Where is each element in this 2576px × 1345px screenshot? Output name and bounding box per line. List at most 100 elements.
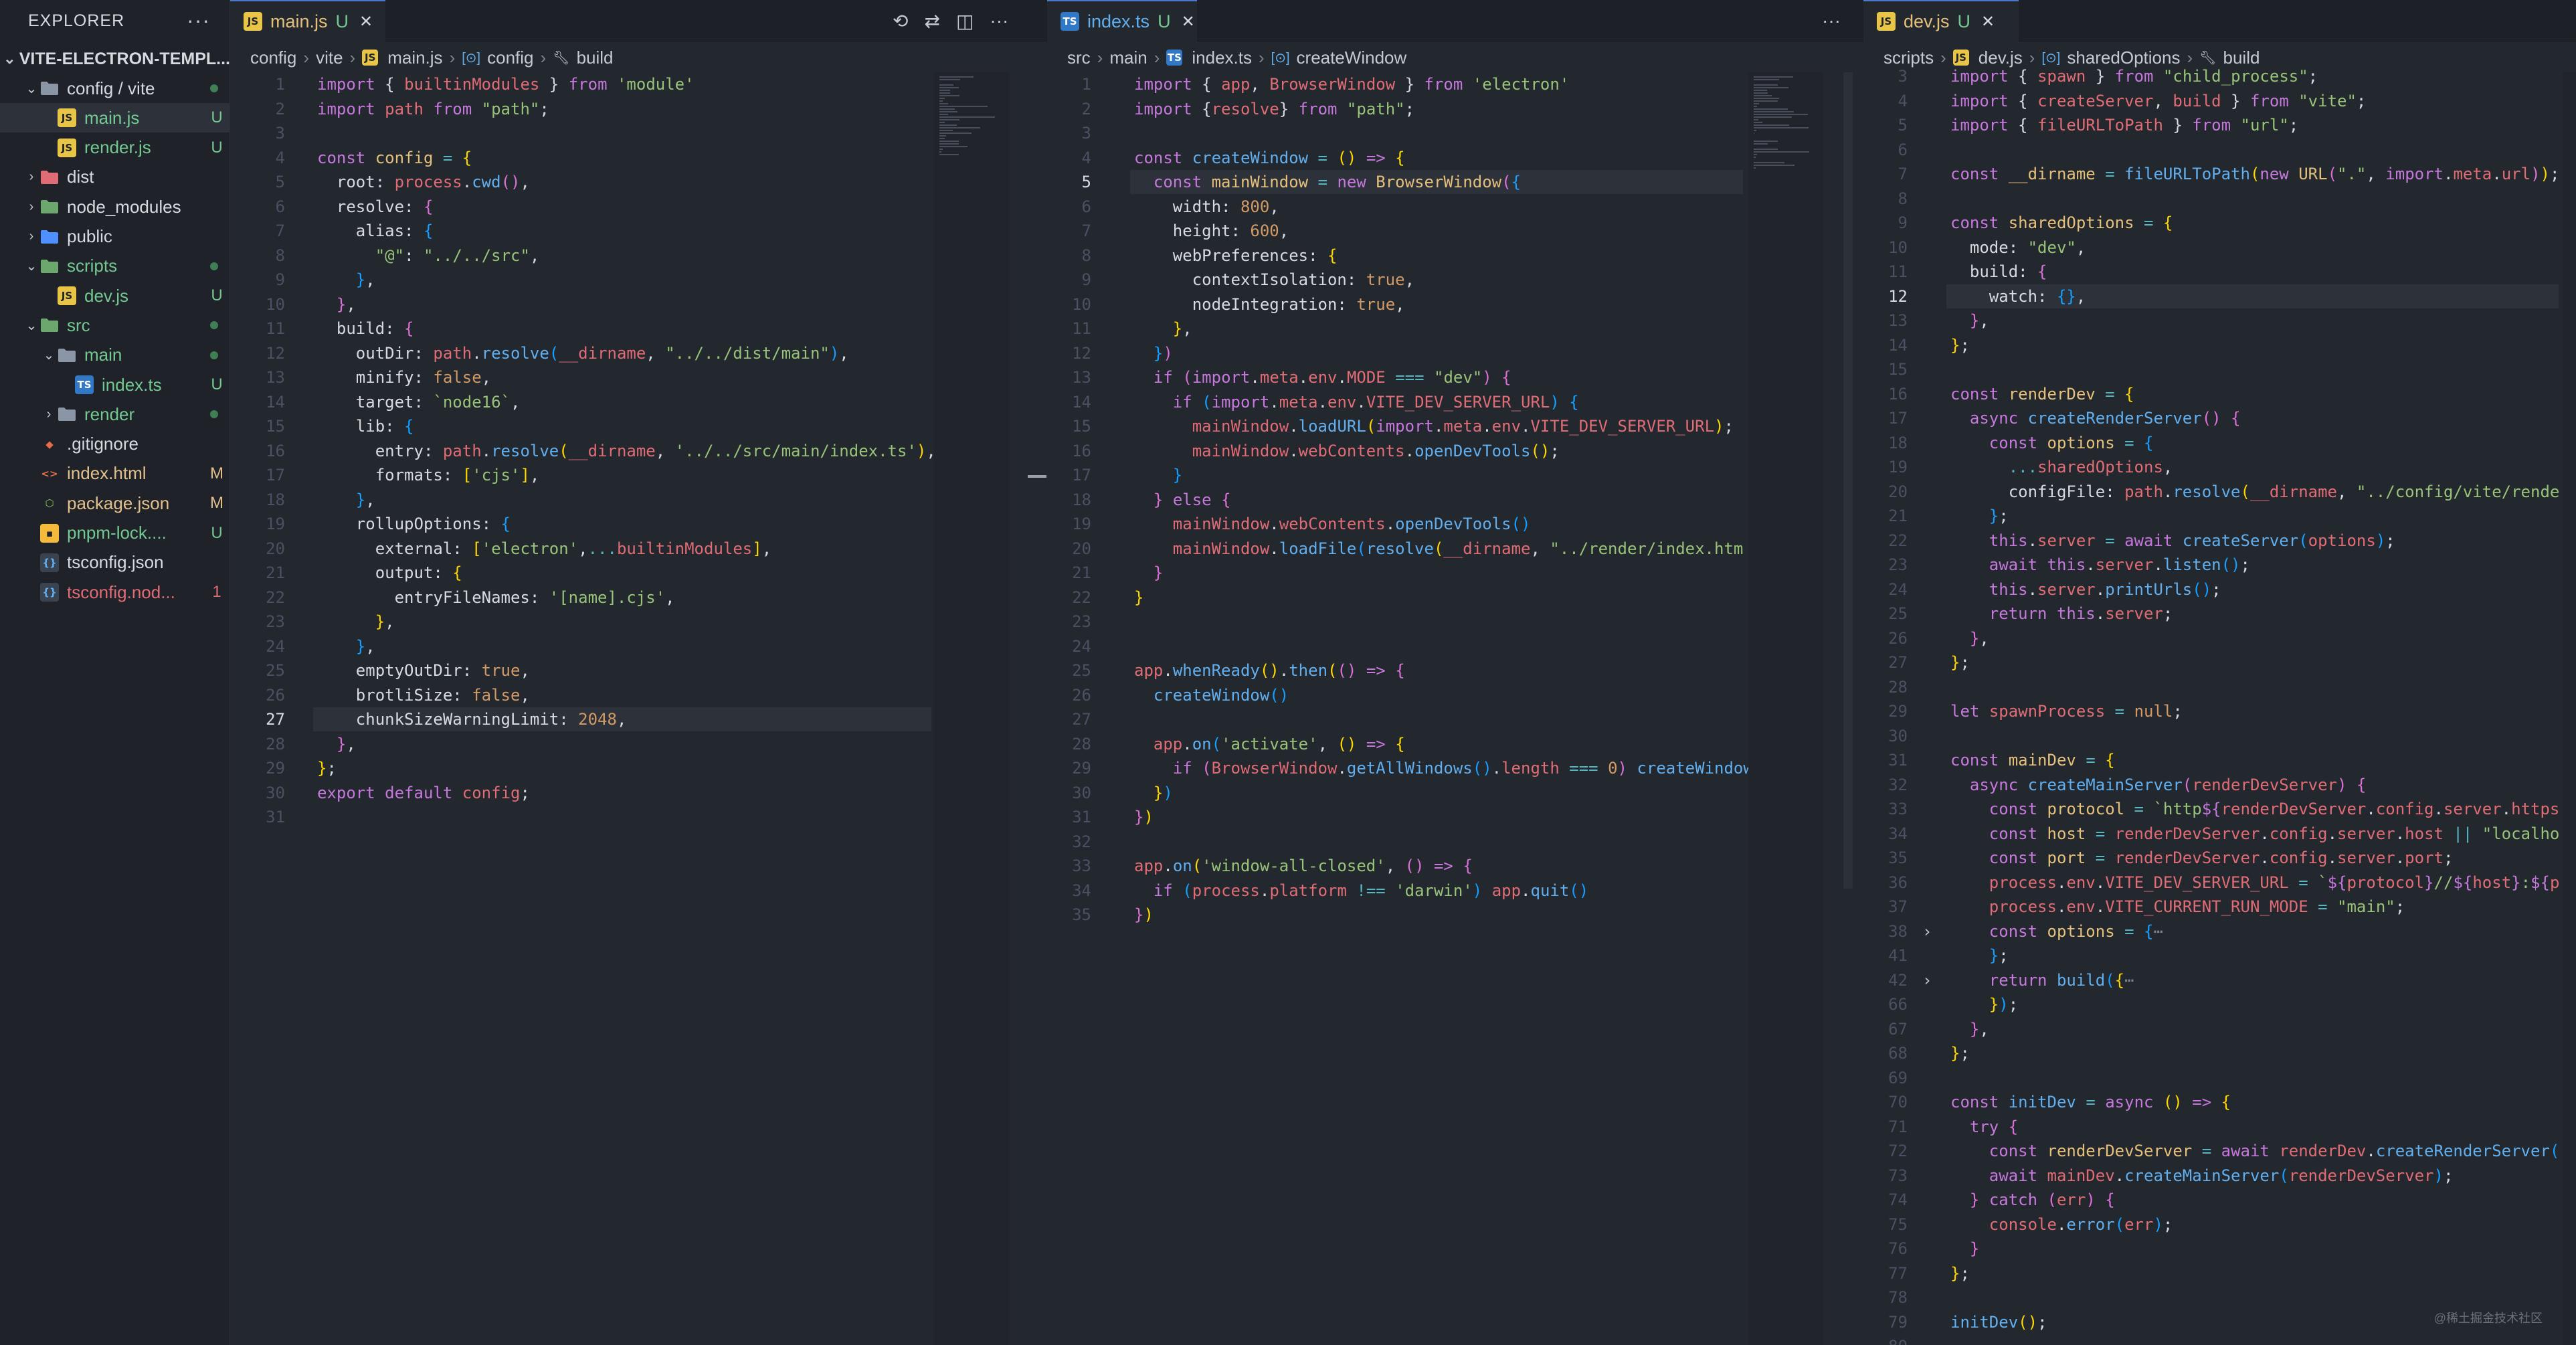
- breadcrumb: src › main › TS index.ts › [⊙] createWindow: [1047, 43, 1863, 72]
- minimap[interactable]: [1748, 72, 1823, 1345]
- tree-item-scripts[interactable]: ⌄ scripts: [0, 252, 229, 281]
- fold-chevron-icon[interactable]: ›: [1922, 919, 1932, 944]
- breadcrumb-item[interactable]: createWindow: [1297, 48, 1407, 68]
- code-token: }: [1969, 1239, 1980, 1258]
- fold-chevron-icon[interactable]: ›: [1922, 968, 1932, 992]
- tab-dev-js[interactable]: JS dev.js U ✕: [1863, 0, 2019, 41]
- tree-item-tsconfig-nod[interactable]: {} tsconfig.nod... 1: [0, 577, 229, 607]
- breadcrumb-item[interactable]: src: [1067, 48, 1091, 68]
- tree-item-tsconfig-json[interactable]: {} tsconfig.json: [0, 548, 229, 577]
- tree-item-main[interactable]: ⌄ main: [0, 341, 229, 370]
- close-icon[interactable]: ✕: [1182, 12, 1195, 31]
- tab-index-ts[interactable]: TS index.ts U ✕: [1047, 0, 1197, 41]
- minimap[interactable]: [2563, 72, 2576, 1345]
- vertical-scrollbar[interactable]: [1843, 72, 1853, 889]
- minimap-line: [1754, 157, 1756, 158]
- tree-item-render[interactable]: › render: [0, 399, 229, 429]
- minimap-line: [1754, 122, 1762, 123]
- tree-item-render-js[interactable]: JS render.js U: [0, 133, 229, 163]
- code-text: this.server.printUrls();: [1950, 577, 2221, 602]
- code-token: this: [1989, 531, 2028, 550]
- close-icon[interactable]: ✕: [359, 12, 373, 31]
- code-token: }: [1950, 653, 1960, 672]
- code-token: }: [2163, 116, 2193, 134]
- code-line: 9 contextIsolation: true,: [1047, 268, 1863, 292]
- code-token: server: [2337, 824, 2395, 843]
- line-number: 25: [1888, 604, 1908, 623]
- code-text: formats: ['cjs'],: [317, 463, 540, 487]
- tree-item-dev-js[interactable]: JS dev.js U: [0, 281, 229, 310]
- code-token: {: [2221, 1093, 2231, 1111]
- explorer-more-icon[interactable]: ···: [187, 8, 210, 32]
- code-token: ,: [1395, 294, 1405, 314]
- tree-item-index-ts[interactable]: TS index.ts U: [0, 370, 229, 399]
- breadcrumb-item[interactable]: vite: [316, 48, 343, 68]
- symbol-object-icon: [⊙]: [1271, 50, 1290, 66]
- code-text: mode: "dev",: [1950, 236, 2086, 260]
- line-number: 78: [1888, 1288, 1908, 1307]
- tree-item-node-modules[interactable]: › node_modules: [0, 192, 229, 221]
- tree-item-pnpm-lock[interactable]: ▪ pnpm-lock.... U: [0, 519, 229, 548]
- code-token: emptyOutDir:: [317, 661, 482, 680]
- code-text: await this.server.listen();: [1950, 553, 2250, 577]
- breadcrumb-item[interactable]: index.ts: [1192, 48, 1252, 68]
- more-actions-icon[interactable]: ···: [990, 10, 1008, 31]
- explorer-root-folder[interactable]: ⌄ VITE-ELECTRON-TEMPL...: [0, 44, 229, 74]
- tab-main-js[interactable]: JS main.js U ✕: [230, 0, 385, 41]
- code-token: export: [317, 783, 375, 802]
- more-actions-icon[interactable]: ···: [1822, 10, 1841, 31]
- close-icon[interactable]: ✕: [1981, 12, 1995, 31]
- code-line: 25 return this.server;: [1863, 602, 2576, 626]
- folder-icon: [40, 168, 59, 187]
- git-status-badge: M: [210, 464, 223, 482]
- breadcrumb-item[interactable]: main.js: [387, 48, 442, 68]
- tree-item-label: tsconfig.json: [67, 552, 164, 573]
- tree-item-public[interactable]: › public: [0, 222, 229, 252]
- code-token: .: [2056, 873, 2067, 892]
- code-token: }: [336, 734, 347, 753]
- line-number: 28: [1888, 677, 1908, 697]
- code-token: createRenderServer: [2375, 1142, 2550, 1160]
- code-token: ;: [2443, 1166, 2454, 1185]
- tree-item-index-html[interactable]: <> index.html M: [0, 459, 229, 488]
- breadcrumb-item[interactable]: config: [250, 48, 296, 68]
- git-status-badge: U: [211, 286, 223, 305]
- code-token: `http: [2153, 800, 2202, 818]
- code-line: 8 webPreferences: {: [1047, 244, 1863, 268]
- code-line: 31}): [1047, 805, 1863, 829]
- code-token: resolve: [1211, 99, 1279, 118]
- code-token: (: [1327, 661, 1338, 680]
- tree-item-config-vite[interactable]: ⌄ config / vite: [0, 74, 229, 103]
- line-number: 22: [1072, 588, 1091, 607]
- tree-item-package-json[interactable]: ⬡ package.json M: [0, 488, 229, 518]
- code-token: outDir:: [317, 343, 434, 363]
- code-token: ,: [2076, 238, 2086, 257]
- compare-changes-icon[interactable]: ⇄: [924, 10, 939, 32]
- history-icon[interactable]: ⟲: [893, 10, 908, 32]
- code-line: 69: [1863, 1066, 2576, 1090]
- tree-item-main-js[interactable]: JS main.js U: [0, 103, 229, 133]
- code-token: path: [2124, 482, 2163, 501]
- code-token: formats:: [317, 466, 462, 484]
- line-number: 21: [266, 563, 285, 582]
- minimap[interactable]: [934, 72, 1009, 1345]
- tree-item-src[interactable]: ⌄ src: [0, 310, 229, 340]
- breadcrumb-item[interactable]: build: [577, 48, 614, 68]
- tree-item-dist[interactable]: › dist: [0, 163, 229, 192]
- code-token: ,: [520, 173, 530, 191]
- tree-item-gitignore[interactable]: ◆ .gitignore: [0, 430, 229, 459]
- code-token: else: [1172, 490, 1212, 509]
- chevron-right-icon: ›: [1097, 47, 1103, 68]
- code-token: =>: [1366, 661, 1386, 680]
- code-token: ,: [1530, 539, 1550, 558]
- breadcrumb-item[interactable]: main: [1109, 48, 1147, 68]
- code-line: 76 }: [1863, 1237, 2576, 1261]
- tab-label: index.ts: [1087, 11, 1150, 31]
- split-editor-icon[interactable]: ◫: [956, 10, 974, 32]
- breadcrumb-item[interactable]: config: [487, 48, 533, 68]
